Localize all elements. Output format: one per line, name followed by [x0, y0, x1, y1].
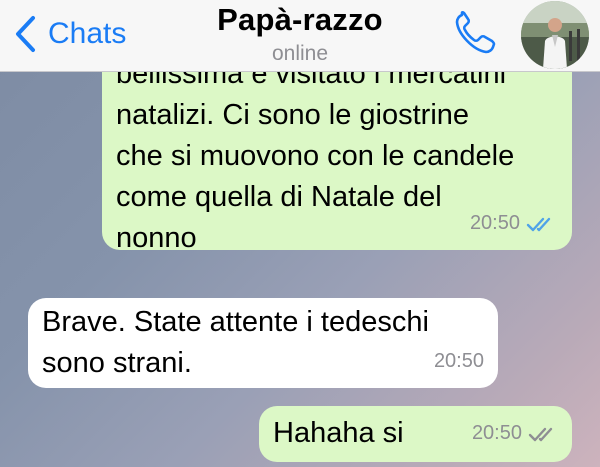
message-text: bellissima e visitato i mercatini natali…: [116, 72, 515, 254]
chat-header: Chats Papà-razzo online: [0, 0, 600, 72]
message-bubble-incoming[interactable]: Brave. State attente i tedeschi sono str…: [28, 298, 498, 388]
contact-avatar[interactable]: [521, 1, 589, 69]
message-text: Brave. State attente i tedeschi sono str…: [42, 306, 429, 379]
contact-name[interactable]: Papà-razzo: [0, 2, 600, 38]
message-meta: 20:50: [434, 341, 484, 382]
phone-icon[interactable]: [453, 10, 497, 56]
message-bubble-outgoing[interactable]: bellissima e visitato i mercatini natali…: [102, 72, 572, 254]
avatar-photo: [521, 1, 589, 69]
message-meta: 20:50: [470, 203, 556, 244]
message-time: 20:50: [433, 350, 484, 372]
contact-status: online: [271, 42, 329, 65]
double-check-delivered-icon: [528, 427, 553, 441]
chat-area[interactable]: bellissima e visitato i mercatini natali…: [0, 72, 600, 467]
message-time: 20:50: [469, 212, 520, 234]
message-time: 20:50: [471, 422, 522, 444]
message-meta: 20:50: [472, 413, 558, 454]
double-check-read-icon: [526, 217, 551, 231]
message-text: Hahaha si: [273, 417, 404, 449]
message-bubble-outgoing[interactable]: Hahaha si 20:50: [259, 406, 572, 462]
